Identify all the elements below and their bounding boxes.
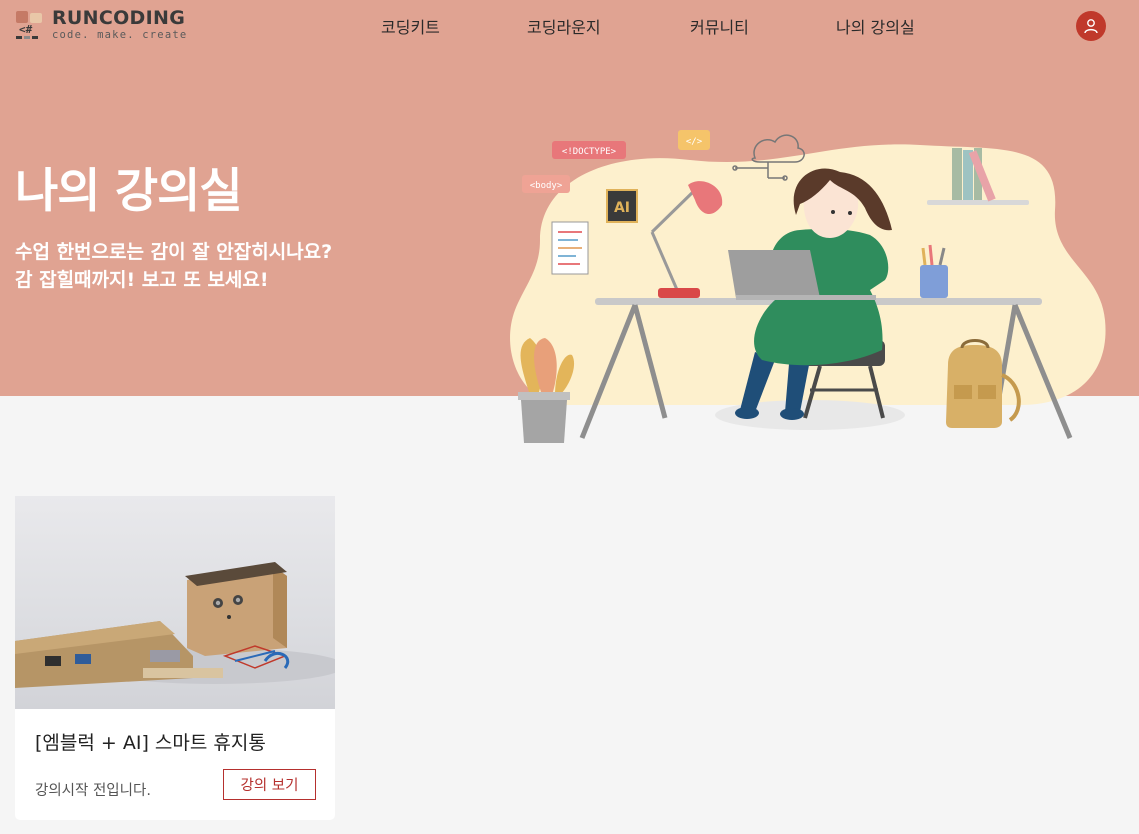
- nav-item-coding-kit[interactable]: 코딩키트: [381, 14, 440, 38]
- user-avatar-button[interactable]: [1076, 11, 1106, 41]
- course-thumbnail: [15, 496, 335, 709]
- nav-item-coding-lounge[interactable]: 코딩라운지: [527, 14, 601, 38]
- page-title: 나의 강의실: [15, 164, 243, 219]
- user-icon: [1084, 19, 1098, 34]
- nav-item-my-classroom[interactable]: 나의 강의실: [836, 14, 915, 38]
- code-tag: </>: [678, 130, 710, 150]
- course-status: 강의시작 전입니다.: [35, 783, 151, 799]
- main-nav: 코딩키트 코딩라운지 커뮤니티 나의 강의실: [0, 14, 1139, 38]
- view-lecture-button[interactable]: 강의 보기: [223, 769, 316, 800]
- body-tag: <body>: [522, 175, 570, 193]
- hero-subtitle-line-2: 감 잡힐때까지! 보고 또 보세요!: [15, 269, 269, 291]
- svg-text:</>: </>: [686, 137, 703, 147]
- nav-item-community[interactable]: 커뮤니티: [690, 14, 749, 38]
- doctype-tag: <!DOCTYPE>: [552, 141, 626, 159]
- ai-chip-icon: AI: [606, 189, 638, 223]
- course-title: [엠블럭 + AI] 스마트 휴지통: [35, 732, 266, 754]
- hero-subtitle-line-1: 수업 한번으로는 감이 잘 안잡히시나요?: [15, 241, 333, 263]
- document-icon: [551, 221, 589, 275]
- svg-text:<!DOCTYPE>: <!DOCTYPE>: [562, 147, 617, 157]
- svg-text:<body>: <body>: [530, 181, 563, 191]
- course-card[interactable]: [엠블럭 + AI] 스마트 휴지통 강의시작 전입니다. 강의 보기: [15, 496, 335, 820]
- svg-text:AI: AI: [614, 200, 630, 216]
- hero-subtitle: 수업 한번으로는 감이 잘 안잡히시나요? 감 잡힐때까지! 보고 또 보세요!: [15, 238, 332, 294]
- hero-illustration: <!DOCTYPE> <body> </> AI: [500, 120, 1120, 450]
